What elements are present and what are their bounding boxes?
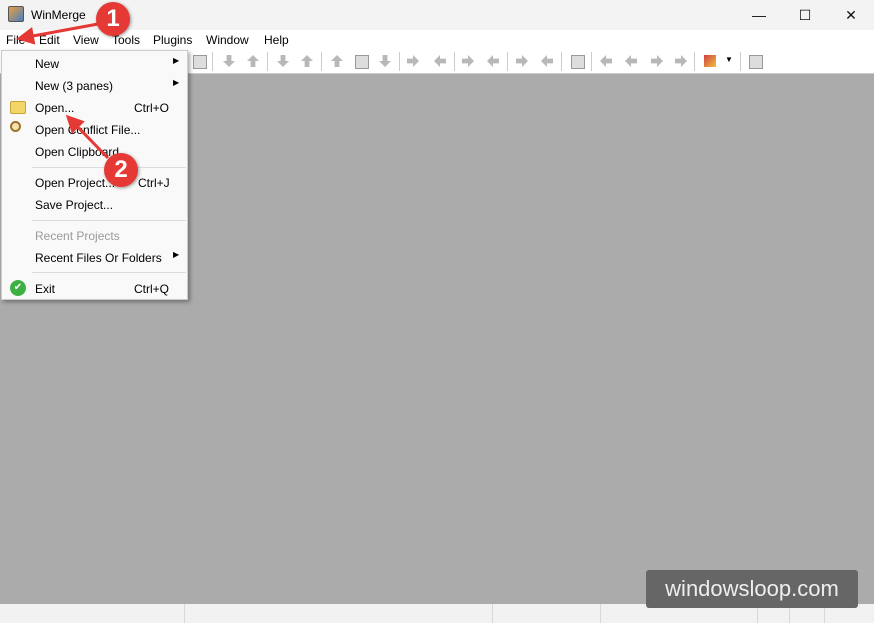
status-separator: [600, 604, 601, 623]
menu-separator: [32, 272, 186, 273]
menu-item-open-clipboard[interactable]: Open Clipboard: [2, 140, 187, 162]
copy-right-advance-icon[interactable]: [460, 53, 476, 69]
first-diff-icon[interactable]: [329, 53, 345, 69]
menu-item-new[interactable]: New ▶: [2, 52, 187, 74]
toolbar-separator: [740, 52, 741, 71]
minimize-button[interactable]: —: [736, 0, 782, 30]
next-file-icon[interactable]: [649, 53, 665, 69]
menu-item-open-project[interactable]: Open Project... Ctrl+J: [2, 171, 187, 193]
maximize-button[interactable]: ☐: [782, 0, 828, 30]
menu-file[interactable]: File: [6, 33, 25, 47]
all-right-icon[interactable]: [514, 53, 530, 69]
prev-file-icon[interactable]: [623, 53, 639, 69]
step-2-callout: 2: [104, 153, 138, 187]
options-icon[interactable]: [702, 53, 718, 69]
step-1-callout: 1: [96, 2, 130, 36]
menu-plugins[interactable]: Plugins: [153, 33, 192, 47]
first-file-icon[interactable]: [598, 53, 614, 69]
toolbar-separator: [561, 52, 562, 71]
watermark: windowsloop.com: [646, 570, 858, 608]
menu-item-recent-projects: Recent Projects: [35, 229, 120, 243]
last-file-icon[interactable]: [673, 53, 689, 69]
merge-icon[interactable]: [191, 53, 207, 69]
toolbar-separator: [694, 52, 695, 71]
menu-help[interactable]: Help: [264, 33, 289, 47]
toolbar-separator: [212, 52, 213, 71]
menu-edit[interactable]: Edit: [39, 33, 60, 47]
next-conflict-icon[interactable]: [275, 53, 291, 69]
toolbar-separator: [507, 52, 508, 71]
compare-icon[interactable]: [569, 53, 585, 69]
menu-separator: [32, 220, 186, 221]
submenu-arrow-icon: ▶: [173, 56, 180, 65]
toolbar-separator: [399, 52, 400, 71]
status-separator: [184, 604, 185, 623]
magnifier-icon: [10, 121, 21, 132]
title-bar: WinMerge — ☐ ✕: [0, 0, 874, 30]
copy-left-icon[interactable]: [432, 53, 448, 69]
submenu-arrow-icon: ▶: [173, 78, 180, 87]
submenu-arrow-icon: ▶: [173, 250, 180, 259]
prev-diff-icon[interactable]: [245, 53, 261, 69]
refresh-icon[interactable]: [747, 53, 763, 69]
copy-right-icon[interactable]: [405, 53, 421, 69]
check-circle-icon: ✔: [10, 280, 26, 296]
menu-item-save-project[interactable]: Save Project...: [2, 193, 187, 215]
menu-item-recent-files-or-folders[interactable]: Recent Files Or Folders ▶: [2, 246, 187, 268]
all-left-icon[interactable]: [539, 53, 555, 69]
toolbar-separator: [321, 52, 322, 71]
file-menu-dropdown: New ▶ New (3 panes) ▶ Open... Ctrl+O Open C…: [1, 50, 188, 300]
toolbar-separator: [267, 52, 268, 71]
toolbar-separator: [454, 52, 455, 71]
menu-bar: File Edit View Tools Plugins Window Help: [0, 30, 874, 49]
close-button[interactable]: ✕: [828, 0, 874, 30]
prev-conflict-icon[interactable]: [299, 53, 315, 69]
status-separator: [492, 604, 493, 623]
current-diff-icon[interactable]: [353, 53, 369, 69]
menu-window[interactable]: Window: [206, 33, 249, 47]
copy-left-advance-icon[interactable]: [485, 53, 501, 69]
options-dropdown-icon[interactable]: ▼: [725, 55, 733, 64]
folder-icon: [10, 101, 26, 114]
menu-item-exit[interactable]: ✔ Exit Ctrl+Q: [2, 277, 187, 299]
menu-item-open-conflict-file[interactable]: Open Conflict File...: [2, 118, 187, 140]
last-diff-icon[interactable]: [377, 53, 393, 69]
window-title: WinMerge: [31, 8, 86, 22]
toolbar-separator: [591, 52, 592, 71]
next-diff-icon[interactable]: [221, 53, 237, 69]
menu-item-new-3-panes[interactable]: New (3 panes) ▶: [2, 74, 187, 96]
winmerge-app-icon: [8, 6, 24, 22]
menu-item-open[interactable]: Open... Ctrl+O: [2, 96, 187, 118]
menu-view[interactable]: View: [73, 33, 99, 47]
